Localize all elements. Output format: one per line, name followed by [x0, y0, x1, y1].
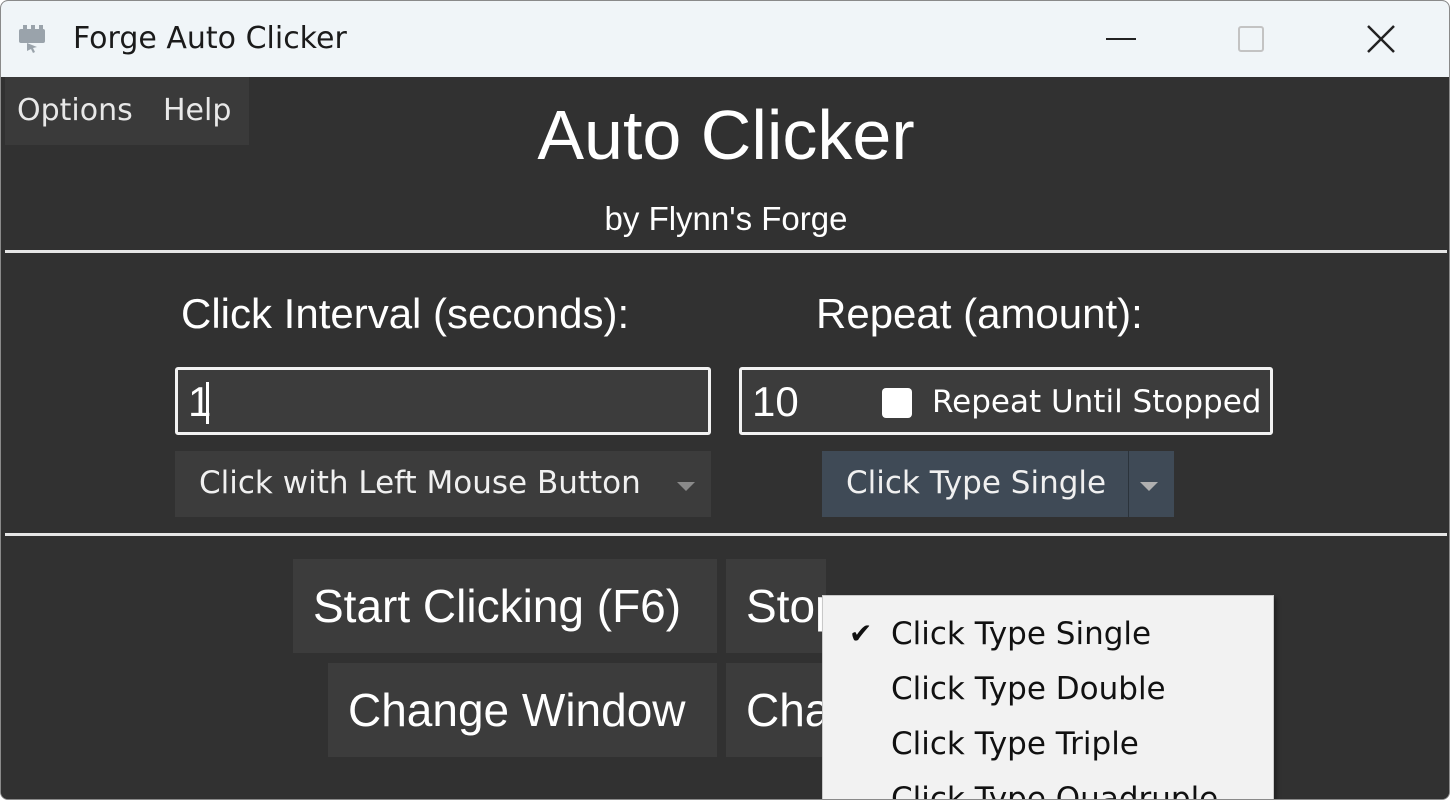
click-type-option-double[interactable]: Click Type Double — [823, 661, 1273, 713]
option-label: Click Type Triple — [891, 726, 1139, 762]
mouse-button-selected: Click with Left Mouse Button — [199, 465, 641, 501]
maximize-button[interactable] — [1186, 1, 1316, 77]
click-type-dropdown[interactable]: Click Type Single — [822, 451, 1174, 517]
option-label: Click Type Double — [891, 671, 1166, 707]
chevron-down-icon — [1140, 482, 1158, 491]
click-interval-input[interactable]: 1 — [175, 367, 711, 435]
click-interval-label: Click Interval (seconds): — [181, 290, 630, 337]
repeat-amount-label: Repeat (amount): — [816, 290, 1143, 337]
app-logo-icon — [19, 25, 45, 53]
option-label: Click Type Single — [891, 616, 1152, 652]
main-content: Options Help Auto Clicker by Flynn's For… — [1, 77, 1449, 800]
start-clicking-button[interactable]: Start Clicking (F6) — [293, 559, 717, 653]
change-button[interactable]: Cha — [726, 663, 830, 757]
change-label: Cha — [746, 684, 831, 736]
start-clicking-label: Start Clicking (F6) — [313, 580, 682, 632]
minimize-button[interactable] — [1056, 1, 1186, 77]
click-type-menu: ✔ Click Type Single Click Type Double Cl… — [822, 595, 1274, 800]
header-divider — [5, 250, 1447, 253]
repeat-amount-value: 10 — [752, 378, 799, 425]
change-window-button[interactable]: Change Window — [328, 663, 717, 757]
minimize-icon — [1106, 38, 1136, 40]
maximize-icon — [1238, 26, 1264, 52]
window-title: Forge Auto Clicker — [73, 21, 347, 56]
close-icon — [1367, 25, 1395, 53]
stop-clicking-button[interactable]: Stop — [726, 559, 841, 653]
option-label: Click Type Quadruple — [891, 781, 1219, 800]
dropdown-separator — [1128, 451, 1129, 517]
app-window: Forge Auto Clicker Options Help Auto Cli… — [0, 0, 1450, 800]
repeat-until-stopped-label[interactable]: Repeat Until Stopped — [932, 382, 1261, 422]
click-type-option-triple[interactable]: Click Type Triple — [823, 716, 1273, 768]
repeat-until-stopped-checkbox[interactable] — [882, 388, 912, 418]
mouse-button-dropdown[interactable]: Click with Left Mouse Button — [175, 451, 711, 517]
change-window-label: Change Window — [348, 684, 686, 736]
repeat-amount-input[interactable]: 10 Repeat Until Stopped — [739, 367, 1273, 435]
text-caret — [206, 382, 209, 424]
app-subtitle: by Flynn's Forge — [604, 200, 848, 237]
click-type-selected: Click Type Single — [846, 465, 1107, 501]
click-type-option-quadruple[interactable]: Click Type Quadruple — [823, 771, 1273, 800]
checkmark-icon: ✔ — [849, 617, 873, 650]
app-title: Auto Clicker — [537, 96, 915, 174]
title-bar[interactable]: Forge Auto Clicker — [1, 1, 1449, 77]
chevron-down-icon — [677, 482, 695, 491]
click-type-option-single[interactable]: ✔ Click Type Single — [823, 606, 1273, 658]
settings-divider — [5, 533, 1447, 536]
close-button[interactable] — [1316, 1, 1446, 77]
